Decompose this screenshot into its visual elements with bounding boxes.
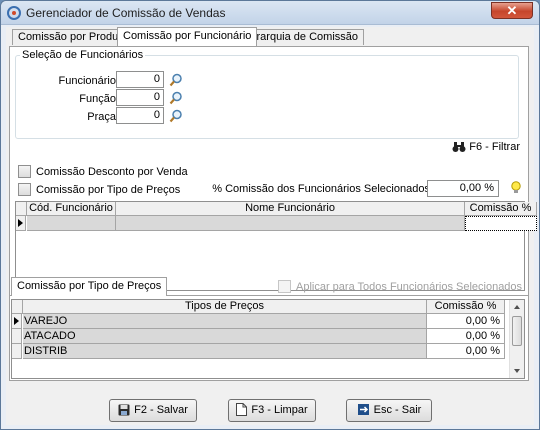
price-type-percent[interactable]: 0,00 % bbox=[427, 344, 505, 359]
col-tipos-precos[interactable]: Tipos de Preços bbox=[23, 300, 427, 314]
apply-all-label: Aplicar para Todos Funcionários Selecion… bbox=[296, 281, 523, 293]
current-row-arrow-icon bbox=[14, 317, 19, 325]
funcao-input[interactable]: 0 bbox=[116, 89, 164, 106]
binoculars-icon bbox=[452, 142, 466, 152]
search-praca-icon[interactable] bbox=[169, 109, 183, 123]
field-row-funcao: Função bbox=[16, 91, 116, 109]
employee-selection-label: Seleção de Funcionários bbox=[22, 49, 144, 61]
desconto-checkbox[interactable] bbox=[18, 165, 31, 178]
tipo-precos-checkbox[interactable] bbox=[18, 183, 31, 196]
filter-button[interactable]: F6 - Filtrar bbox=[452, 141, 520, 153]
funcao-label: Função bbox=[79, 93, 116, 105]
title-bar: Gerenciador de Comissão de Vendas ✕ bbox=[1, 1, 539, 25]
tab-comissao-produto[interactable]: Comissão por Produto bbox=[12, 29, 134, 45]
col-nome-funcionario[interactable]: Nome Funcionário bbox=[116, 202, 465, 216]
employee-selection-group: Seleção de Funcionários Funcionário 0 Fu… bbox=[15, 49, 519, 139]
row-indicator-1 bbox=[12, 329, 22, 344]
cell-comissao[interactable] bbox=[465, 216, 537, 231]
col-cod-funcionario[interactable]: Cód. Funcionário bbox=[27, 202, 116, 216]
row-indicator bbox=[16, 216, 26, 231]
tipo-precos-label: Comissão por Tipo de Preços bbox=[36, 184, 181, 196]
save-label: F2 - Salvar bbox=[134, 404, 188, 416]
price-types-grid[interactable]: Tipos de Preços Comissão % VAREJO 0,00 %… bbox=[11, 299, 525, 379]
clear-button[interactable]: F3 - Limpar bbox=[228, 399, 316, 422]
praca-input[interactable]: 0 bbox=[116, 107, 164, 124]
filter-label: F6 - Filtrar bbox=[469, 141, 520, 153]
employee-commission-panel: Seleção de Funcionários Funcionário 0 Fu… bbox=[9, 46, 537, 299]
clear-label: F3 - Limpar bbox=[251, 404, 308, 416]
row-indicator-0 bbox=[12, 314, 22, 329]
floppy-disk-icon bbox=[118, 404, 130, 416]
cell-cod-funcionario[interactable] bbox=[27, 216, 116, 231]
percent-label: % Comissão dos Funcionários Selecionados… bbox=[212, 183, 433, 195]
row-indicator-2 bbox=[12, 344, 22, 359]
save-button[interactable]: F2 - Salvar bbox=[109, 399, 197, 422]
window-title: Gerenciador de Comissão de Vendas bbox=[26, 6, 226, 20]
grid2-corner bbox=[12, 300, 23, 314]
blank-page-icon bbox=[236, 403, 248, 416]
close-button[interactable]: ✕ bbox=[491, 2, 533, 19]
price-type-percent[interactable]: 0,00 % bbox=[427, 329, 505, 344]
exit-button[interactable]: Esc - Sair bbox=[346, 399, 432, 422]
price-type-name: VAREJO bbox=[23, 314, 427, 329]
tab-comissao-tipo-precos[interactable]: Comissão por Tipo de Preços bbox=[11, 277, 168, 296]
search-funcionario-icon[interactable] bbox=[169, 73, 183, 87]
price-type-percent[interactable]: 0,00 % bbox=[427, 314, 505, 329]
exit-label: Esc - Sair bbox=[373, 404, 422, 416]
grid-corner bbox=[16, 202, 27, 216]
search-funcao-icon[interactable] bbox=[169, 91, 183, 105]
current-row-arrow-icon bbox=[18, 219, 23, 227]
vertical-scrollbar[interactable] bbox=[509, 300, 524, 378]
field-row-funcionario: Funcionário bbox=[16, 73, 116, 91]
price-type-name: ATACADO bbox=[23, 329, 427, 344]
price-type-name: DISTRIB bbox=[23, 344, 427, 359]
apply-all-checkbox bbox=[278, 280, 291, 293]
main-window: Gerenciador de Comissão de Vendas ✕ Comi… bbox=[0, 0, 540, 430]
app-icon bbox=[7, 6, 21, 20]
praca-label: Praça bbox=[87, 111, 116, 123]
cell-nome-funcionario[interactable] bbox=[116, 216, 465, 231]
field-row-praca: Praça bbox=[16, 109, 116, 127]
lightbulb-icon[interactable] bbox=[510, 181, 522, 195]
percent-input[interactable]: 0,00 % bbox=[427, 180, 499, 197]
col-comissao[interactable]: Comissão % bbox=[465, 202, 537, 216]
funcionario-input[interactable]: 0 bbox=[116, 71, 164, 88]
client-area: Comissão por Produto Comissão por Funcio… bbox=[6, 27, 537, 425]
tipo-precos-checkbox-row[interactable]: Comissão por Tipo de Preços bbox=[18, 183, 180, 196]
funcionario-label: Funcionário bbox=[58, 75, 116, 87]
scroll-down-icon[interactable] bbox=[514, 369, 520, 373]
desconto-label: Comissão Desconto por Venda bbox=[36, 166, 188, 178]
tab-comissao-funcionario[interactable]: Comissão por Funcionário bbox=[117, 27, 258, 46]
scroll-thumb[interactable] bbox=[512, 316, 522, 346]
col-comissao-percent[interactable]: Comissão % bbox=[427, 300, 505, 314]
exit-door-icon bbox=[357, 404, 369, 415]
desconto-checkbox-row[interactable]: Comissão Desconto por Venda bbox=[18, 165, 188, 178]
scroll-up-icon[interactable] bbox=[514, 305, 520, 309]
apply-all-checkbox-row: Aplicar para Todos Funcionários Selecion… bbox=[278, 280, 522, 293]
